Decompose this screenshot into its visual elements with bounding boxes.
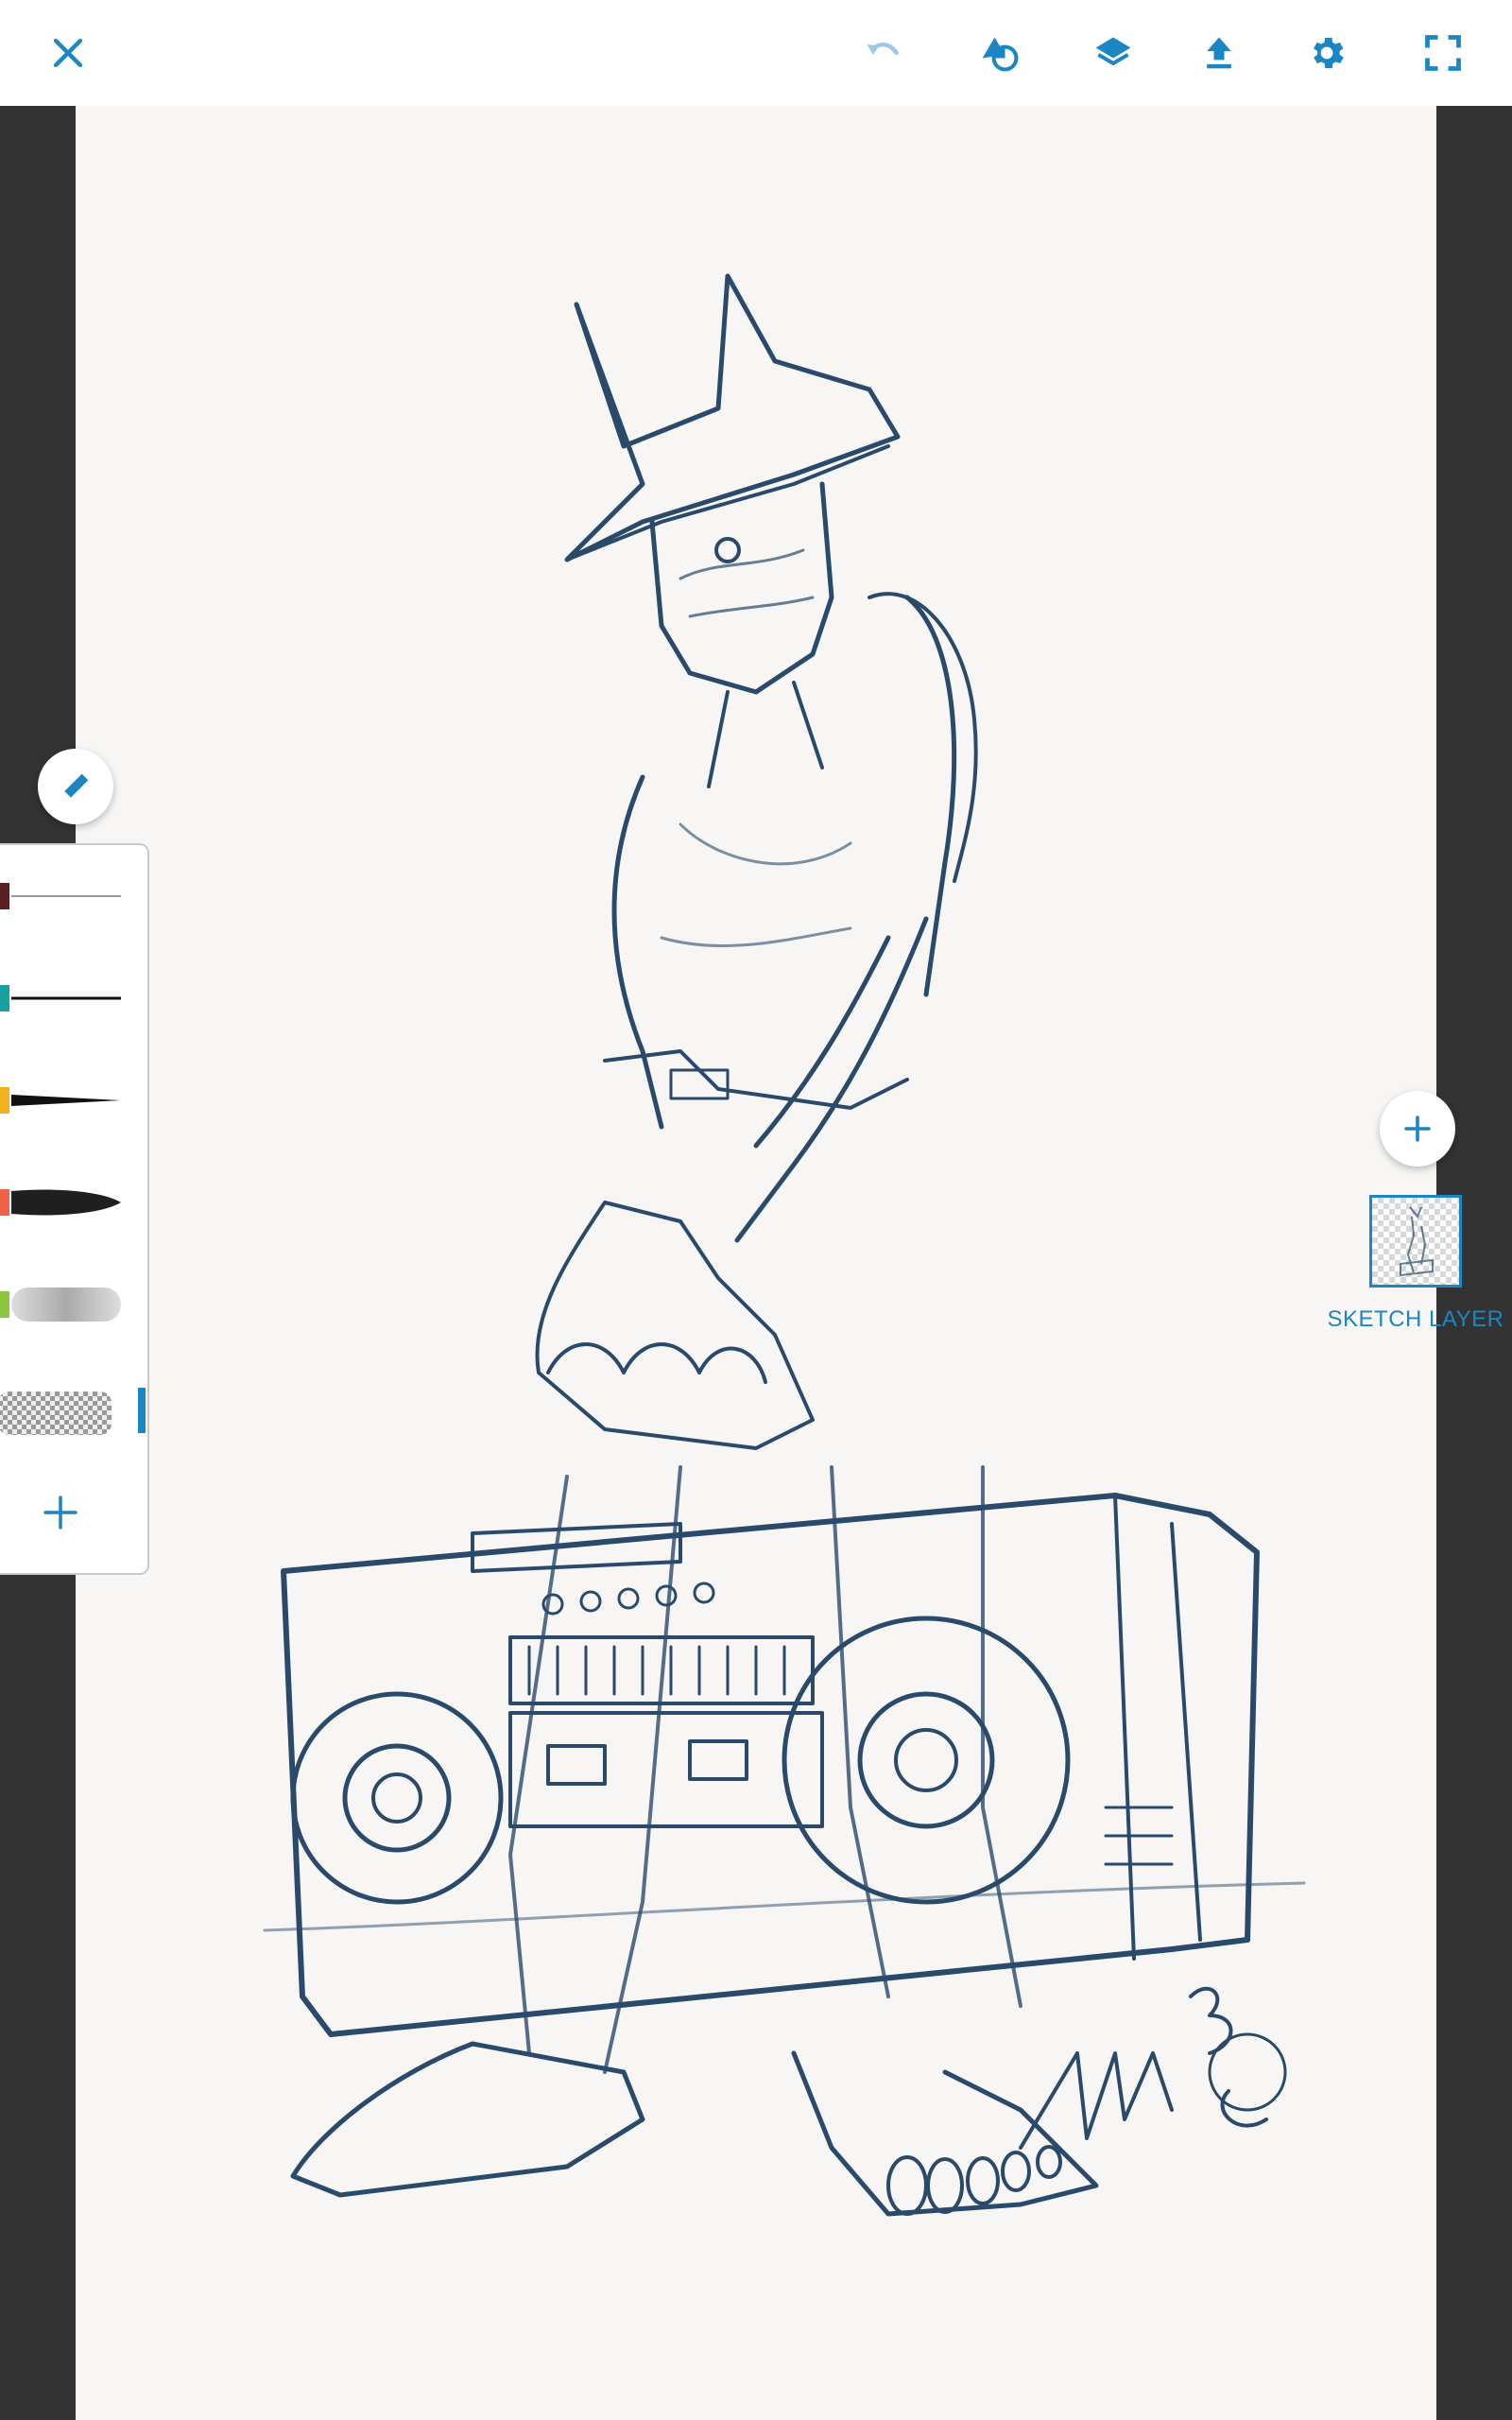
layers-icon [1095, 37, 1131, 66]
undo-icon [867, 43, 899, 56]
export-button[interactable] [1185, 19, 1253, 87]
brush-thick-marker[interactable] [0, 1159, 146, 1244]
gear-icon [1314, 37, 1344, 69]
plus-icon [43, 1495, 77, 1530]
upload-icon [1207, 37, 1231, 69]
layer-label: SKETCH LAYER [1327, 1306, 1504, 1332]
brush-tool-button[interactable] [38, 749, 113, 824]
brush-tapered[interactable] [0, 1057, 146, 1142]
brush-panel [0, 843, 149, 1575]
soft-airbrush-stroke-icon [11, 1288, 121, 1322]
ink-pen-stroke-icon [11, 996, 121, 1000]
layers-button[interactable] [1079, 19, 1147, 87]
fullscreen-button[interactable] [1409, 19, 1477, 87]
shape-overlay-icon [982, 37, 1019, 72]
drawing-canvas[interactable] [76, 106, 1436, 2420]
brush-fine-pencil[interactable] [0, 853, 146, 938]
thick-marker-stroke-icon [11, 1189, 121, 1216]
layer-thumbnail-sketch[interactable] [1369, 1195, 1462, 1288]
close-button[interactable] [34, 19, 102, 87]
plus-icon [1404, 1115, 1431, 1142]
pencil-icon [62, 773, 89, 800]
layer-preview-image [1400, 1206, 1434, 1277]
selected-brush-indicator [138, 1388, 146, 1433]
brush-eraser[interactable] [0, 1363, 146, 1448]
undo-button[interactable] [849, 19, 917, 87]
sketch-artwork [263, 273, 1306, 2217]
tapered-brush-stroke-icon [11, 1095, 121, 1106]
top-toolbar [0, 0, 1512, 106]
brush-soft-airbrush[interactable] [0, 1261, 146, 1346]
shape-tool-button[interactable] [966, 19, 1034, 87]
add-layer-button[interactable] [1380, 1091, 1455, 1167]
settings-button[interactable] [1293, 19, 1361, 87]
fine-pencil-stroke-icon [11, 895, 121, 897]
fullscreen-icon [1425, 35, 1461, 71]
eraser-stroke-icon [0, 1392, 112, 1435]
brush-ink-pen[interactable] [0, 955, 146, 1040]
close-icon [53, 38, 83, 68]
add-brush-button[interactable] [0, 1469, 146, 1554]
